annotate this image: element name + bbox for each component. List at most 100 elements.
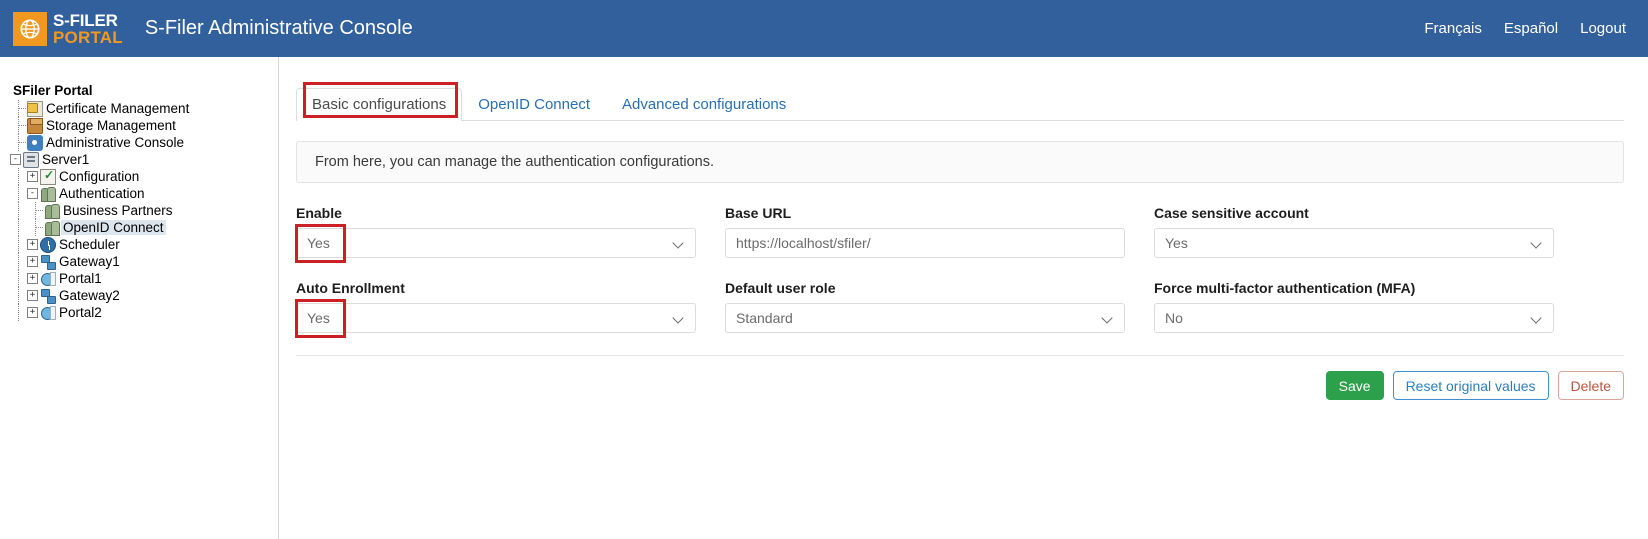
form-divider xyxy=(296,355,1624,356)
field-default-user-role-label: Default user role xyxy=(725,280,836,296)
tree-node-label: Business Partners xyxy=(63,203,173,218)
force-mfa-select[interactable]: No xyxy=(1154,303,1554,333)
tree-node-gateway1[interactable]: + Gateway1 xyxy=(10,253,278,270)
info-banner: From here, you can manage the authentica… xyxy=(296,141,1624,183)
field-enable-label: Enable xyxy=(296,205,342,221)
tree-node-authentication[interactable]: - Authentication xyxy=(10,185,278,202)
base-url-input[interactable]: https://localhost/sfiler/ xyxy=(725,228,1125,258)
tree-node-administrative-console[interactable]: Administrative Console xyxy=(10,134,278,151)
collapse-icon[interactable]: - xyxy=(27,188,38,199)
tab-basic-configurations[interactable]: Basic configurations xyxy=(296,88,463,121)
tab-advanced-configurations[interactable]: Advanced configurations xyxy=(606,88,802,121)
enable-select[interactable]: Yes xyxy=(296,228,696,258)
brand-wordmark: S-FILER PORTAL xyxy=(53,11,123,46)
case-sensitive-account-select[interactable]: Yes xyxy=(1154,228,1554,258)
form-row-1: Enable Yes Base URL https://localhost/sf… xyxy=(295,205,1624,263)
lang-espanol-link[interactable]: Español xyxy=(1504,20,1558,37)
tree-indent-guide xyxy=(27,219,44,236)
expand-icon[interactable]: + xyxy=(27,256,38,267)
page-title: S-Filer Administrative Console xyxy=(144,17,413,39)
delete-button[interactable]: Delete xyxy=(1557,371,1624,400)
certificate-icon xyxy=(27,100,43,117)
tree-indent-guide xyxy=(10,304,27,321)
expand-icon[interactable]: + xyxy=(27,239,38,250)
default-user-role-value: Standard xyxy=(736,310,793,326)
header-links: Français Español Logout xyxy=(1424,0,1626,57)
case-sensitive-account-value: Yes xyxy=(1165,235,1188,251)
tree-node-portal1[interactable]: + Portal1 xyxy=(10,270,278,287)
tree-indent-guide xyxy=(10,270,27,287)
storage-box-icon xyxy=(27,117,43,134)
tree-node-label: Certificate Management xyxy=(46,101,190,116)
portal-icon xyxy=(40,305,56,321)
users-icon xyxy=(40,186,56,202)
auto-enrollment-select-value: Yes xyxy=(307,310,330,326)
tree-node-gateway2[interactable]: + Gateway2 xyxy=(10,287,278,304)
field-case-sensitive-account-label: Case sensitive account xyxy=(1154,205,1309,221)
field-base-url: Base URL https://localhost/sfiler/ xyxy=(725,205,1125,258)
tree-node-scheduler[interactable]: + Scheduler xyxy=(10,236,278,253)
field-force-mfa: Force multi-factor authentication (MFA) … xyxy=(1154,280,1554,333)
default-user-role-select[interactable]: Standard xyxy=(725,303,1125,333)
expand-icon[interactable]: + xyxy=(27,273,38,284)
base-url-input-value: https://localhost/sfiler/ xyxy=(736,235,871,251)
configuration-form: Enable Yes Base URL https://localhost/sf… xyxy=(295,205,1624,400)
tab-openid-connect[interactable]: OpenID Connect xyxy=(462,88,606,121)
tree-indent-guide xyxy=(10,168,27,185)
globe-icon xyxy=(13,11,47,46)
tree-root-label[interactable]: SFiler Portal xyxy=(13,83,278,98)
main-content: Basic configurations OpenID Connect Adva… xyxy=(280,57,1648,539)
tree-node-server1[interactable]: - Server1 xyxy=(10,151,278,168)
tree-node-configuration[interactable]: + Configuration xyxy=(10,168,278,185)
save-button[interactable]: Save xyxy=(1325,371,1384,400)
chevron-down-icon xyxy=(1103,313,1114,324)
field-force-mfa-label: Force multi-factor authentication (MFA) xyxy=(1154,280,1416,296)
logout-link[interactable]: Logout xyxy=(1580,20,1626,37)
field-enable: Enable Yes xyxy=(295,205,696,263)
field-auto-enrollment: Auto Enrollment Yes xyxy=(295,280,696,338)
tree-node-label: Gateway1 xyxy=(59,254,120,269)
tree-indent-guide xyxy=(10,134,27,151)
expand-icon[interactable]: + xyxy=(27,307,38,318)
lang-francais-link[interactable]: Français xyxy=(1424,20,1482,37)
tree-indent-guide xyxy=(10,253,27,270)
portal-icon xyxy=(40,271,56,287)
collapse-icon[interactable]: - xyxy=(10,154,21,165)
server-icon xyxy=(23,151,39,168)
tree-indent-guide xyxy=(10,219,27,236)
reset-button[interactable]: Reset original values xyxy=(1392,371,1549,400)
tree-node-openid-connect[interactable]: OpenID Connect xyxy=(10,219,278,236)
tree-node-label: Administrative Console xyxy=(46,135,185,150)
tree-node-certificate-management[interactable]: Certificate Management xyxy=(10,100,278,117)
tree-node-portal2[interactable]: + Portal2 xyxy=(10,304,278,321)
field-default-user-role: Default user role Standard xyxy=(725,280,1125,333)
field-case-sensitive-account: Case sensitive account Yes xyxy=(1154,205,1554,258)
clock-icon xyxy=(40,236,56,253)
force-mfa-select-value: No xyxy=(1165,310,1183,326)
chevron-down-icon xyxy=(674,238,685,249)
tree-indent-guide xyxy=(10,185,27,202)
tree-node-business-partners[interactable]: Business Partners xyxy=(10,202,278,219)
tree-node-label: Storage Management xyxy=(46,118,176,133)
tree-node-label: Authentication xyxy=(59,186,145,201)
gear-icon xyxy=(27,134,43,151)
tree-indent-guide xyxy=(27,202,44,219)
field-base-url-label: Base URL xyxy=(725,205,792,221)
brand-line-1: S-FILER xyxy=(53,11,118,30)
chevron-down-icon xyxy=(1532,238,1543,249)
tree-indent-guide xyxy=(10,236,27,253)
tree-indent-guide xyxy=(10,287,27,304)
tree-indent-guide xyxy=(10,202,27,219)
form-actions: Save Reset original values Delete xyxy=(296,371,1624,400)
expand-icon[interactable]: + xyxy=(27,171,38,182)
expand-icon[interactable]: + xyxy=(27,290,38,301)
tree-node-label: OpenID Connect xyxy=(61,220,166,235)
tree-node-list: Certificate Management Storage Management… xyxy=(10,100,278,321)
tree-indent-guide xyxy=(10,100,27,117)
form-row-2: Auto Enrollment Yes Default user role St… xyxy=(295,280,1624,338)
tree-node-storage-management[interactable]: Storage Management xyxy=(10,117,278,134)
app-header: S-FILER PORTAL S-Filer Administrative Co… xyxy=(0,0,1648,57)
brand-logo[interactable]: S-FILER PORTAL xyxy=(13,11,123,46)
auto-enrollment-select[interactable]: Yes xyxy=(296,303,696,333)
info-banner-text: From here, you can manage the authentica… xyxy=(315,154,714,170)
